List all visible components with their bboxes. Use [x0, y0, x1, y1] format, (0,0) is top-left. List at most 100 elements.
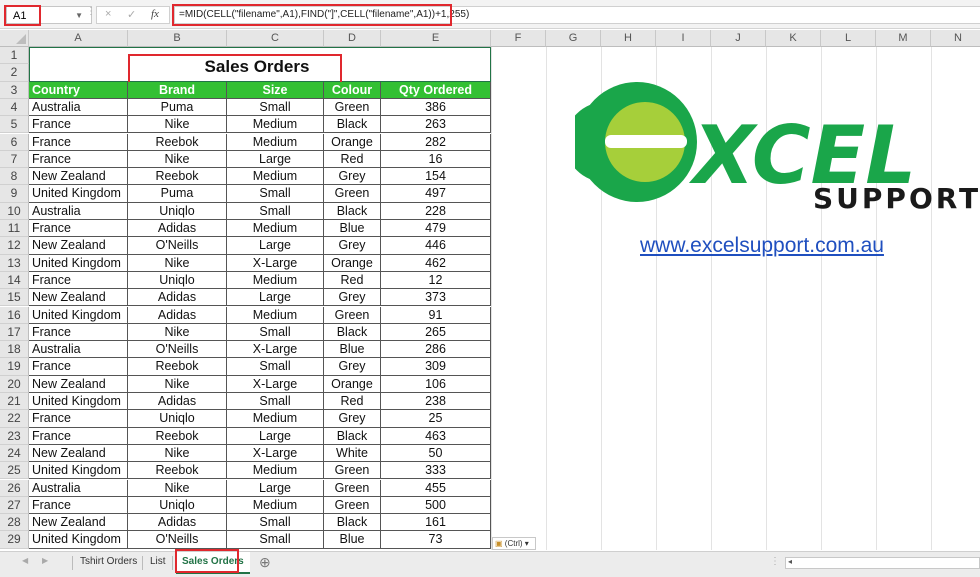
- row-header[interactable]: 16: [0, 306, 29, 324]
- cell-colour[interactable]: White: [324, 444, 381, 463]
- cell-qty[interactable]: 238: [381, 393, 491, 411]
- column-header-c[interactable]: C: [227, 30, 324, 47]
- cell-size[interactable]: Small: [227, 358, 324, 376]
- column-header-g[interactable]: G: [546, 30, 601, 47]
- cell-brand[interactable]: Adidas: [128, 393, 227, 411]
- cell-brand[interactable]: Nike: [128, 323, 227, 342]
- scroll-left-icon[interactable]: ◀: [22, 556, 28, 565]
- header-cell[interactable]: Size: [227, 81, 324, 99]
- column-header-h[interactable]: H: [601, 30, 656, 47]
- row-header[interactable]: 20: [0, 375, 29, 393]
- cell-qty[interactable]: 154: [381, 168, 491, 186]
- cell-brand[interactable]: Reebok: [128, 462, 227, 480]
- cell-size[interactable]: Small: [227, 98, 324, 117]
- row-header[interactable]: 19: [0, 358, 29, 376]
- cell-size[interactable]: Medium: [227, 496, 324, 515]
- row-header[interactable]: 10: [0, 202, 29, 220]
- fx-icon[interactable]: fx: [151, 8, 159, 20]
- cell-country[interactable]: France: [29, 496, 128, 515]
- cell-qty[interactable]: 373: [381, 289, 491, 307]
- cell-brand[interactable]: Adidas: [128, 514, 227, 532]
- cell-country[interactable]: Australia: [29, 341, 128, 359]
- cell-size[interactable]: Medium: [227, 133, 324, 151]
- cell-brand[interactable]: Nike: [128, 479, 227, 497]
- cell-size[interactable]: Small: [227, 393, 324, 411]
- row-header[interactable]: 21: [0, 393, 29, 411]
- cell-country[interactable]: New Zealand: [29, 168, 128, 186]
- row-header[interactable]: 15: [0, 289, 29, 307]
- cell-qty[interactable]: 333: [381, 462, 491, 480]
- cell-country[interactable]: Australia: [29, 479, 128, 497]
- cell-colour[interactable]: Black: [324, 202, 381, 220]
- row-header[interactable]: 18: [0, 341, 29, 359]
- column-header-f[interactable]: F: [491, 30, 546, 47]
- cell-colour[interactable]: Green: [324, 185, 381, 203]
- cell-qty[interactable]: 455: [381, 479, 491, 497]
- row-header[interactable]: 24: [0, 444, 29, 463]
- column-header-m[interactable]: M: [876, 30, 931, 47]
- cell-country[interactable]: New Zealand: [29, 514, 128, 532]
- header-cell[interactable]: Brand: [128, 81, 227, 99]
- cell-colour[interactable]: Green: [324, 479, 381, 497]
- cell-size[interactable]: X-Large: [227, 254, 324, 272]
- row-header[interactable]: 17: [0, 323, 29, 342]
- column-header-l[interactable]: L: [821, 30, 876, 47]
- cell-country[interactable]: Australia: [29, 202, 128, 220]
- cell-qty[interactable]: 265: [381, 323, 491, 342]
- cell-colour[interactable]: Black: [324, 323, 381, 342]
- row-header[interactable]: 26: [0, 479, 29, 497]
- header-cell[interactable]: Colour: [324, 81, 381, 99]
- cell-brand[interactable]: Nike: [128, 375, 227, 393]
- tab-list[interactable]: List: [150, 552, 166, 572]
- cell-brand[interactable]: Nike: [128, 444, 227, 463]
- cell-qty[interactable]: 16: [381, 150, 491, 169]
- row-header[interactable]: 2: [0, 64, 29, 82]
- cell-qty[interactable]: 446: [381, 237, 491, 255]
- cell-brand[interactable]: Uniqlo: [128, 410, 227, 428]
- cell-size[interactable]: Large: [227, 289, 324, 307]
- cell-size[interactable]: Medium: [227, 462, 324, 480]
- row-header[interactable]: 1: [0, 47, 29, 65]
- cell-size[interactable]: Large: [227, 150, 324, 169]
- formula-input[interactable]: =MID(CELL("filename",A1),FIND("]",CELL("…: [174, 6, 980, 24]
- cell-size[interactable]: Small: [227, 185, 324, 203]
- cell-size[interactable]: Large: [227, 237, 324, 255]
- cell-size[interactable]: X-Large: [227, 375, 324, 393]
- cell-size[interactable]: Medium: [227, 410, 324, 428]
- add-sheet-icon[interactable]: ⊕: [259, 554, 271, 571]
- cell-brand[interactable]: Uniqlo: [128, 496, 227, 515]
- cell-qty[interactable]: 91: [381, 306, 491, 324]
- cell-qty[interactable]: 309: [381, 358, 491, 376]
- cell-brand[interactable]: Adidas: [128, 220, 227, 238]
- column-header-b[interactable]: B: [128, 30, 227, 47]
- cell-country[interactable]: France: [29, 410, 128, 428]
- cell-qty[interactable]: 161: [381, 514, 491, 532]
- cell-country[interactable]: France: [29, 358, 128, 376]
- cell-brand[interactable]: Reebok: [128, 133, 227, 151]
- cell-colour[interactable]: Green: [324, 306, 381, 324]
- row-header[interactable]: 3: [0, 81, 29, 99]
- cell-brand[interactable]: Reebok: [128, 168, 227, 186]
- cell-country[interactable]: France: [29, 271, 128, 290]
- row-header[interactable]: 27: [0, 496, 29, 515]
- cell-qty[interactable]: 228: [381, 202, 491, 220]
- cell-size[interactable]: Small: [227, 323, 324, 342]
- cell-colour[interactable]: Black: [324, 427, 381, 445]
- row-header[interactable]: 6: [0, 133, 29, 151]
- cell-brand[interactable]: O'Neills: [128, 341, 227, 359]
- cell-brand[interactable]: Nike: [128, 254, 227, 272]
- cell-colour[interactable]: Grey: [324, 168, 381, 186]
- cell-brand[interactable]: Puma: [128, 185, 227, 203]
- cancel-icon[interactable]: ×: [105, 8, 111, 20]
- column-header-d[interactable]: D: [324, 30, 381, 47]
- tab-tshirt-orders[interactable]: Tshirt Orders: [80, 552, 137, 572]
- check-icon[interactable]: ✓: [127, 8, 136, 21]
- row-header[interactable]: 8: [0, 168, 29, 186]
- cell-brand[interactable]: Uniqlo: [128, 202, 227, 220]
- row-header[interactable]: 14: [0, 271, 29, 290]
- cell-brand[interactable]: Adidas: [128, 306, 227, 324]
- cell-colour[interactable]: Black: [324, 514, 381, 532]
- cell-qty[interactable]: 462: [381, 254, 491, 272]
- cell-country[interactable]: France: [29, 427, 128, 445]
- cell-size[interactable]: Medium: [227, 220, 324, 238]
